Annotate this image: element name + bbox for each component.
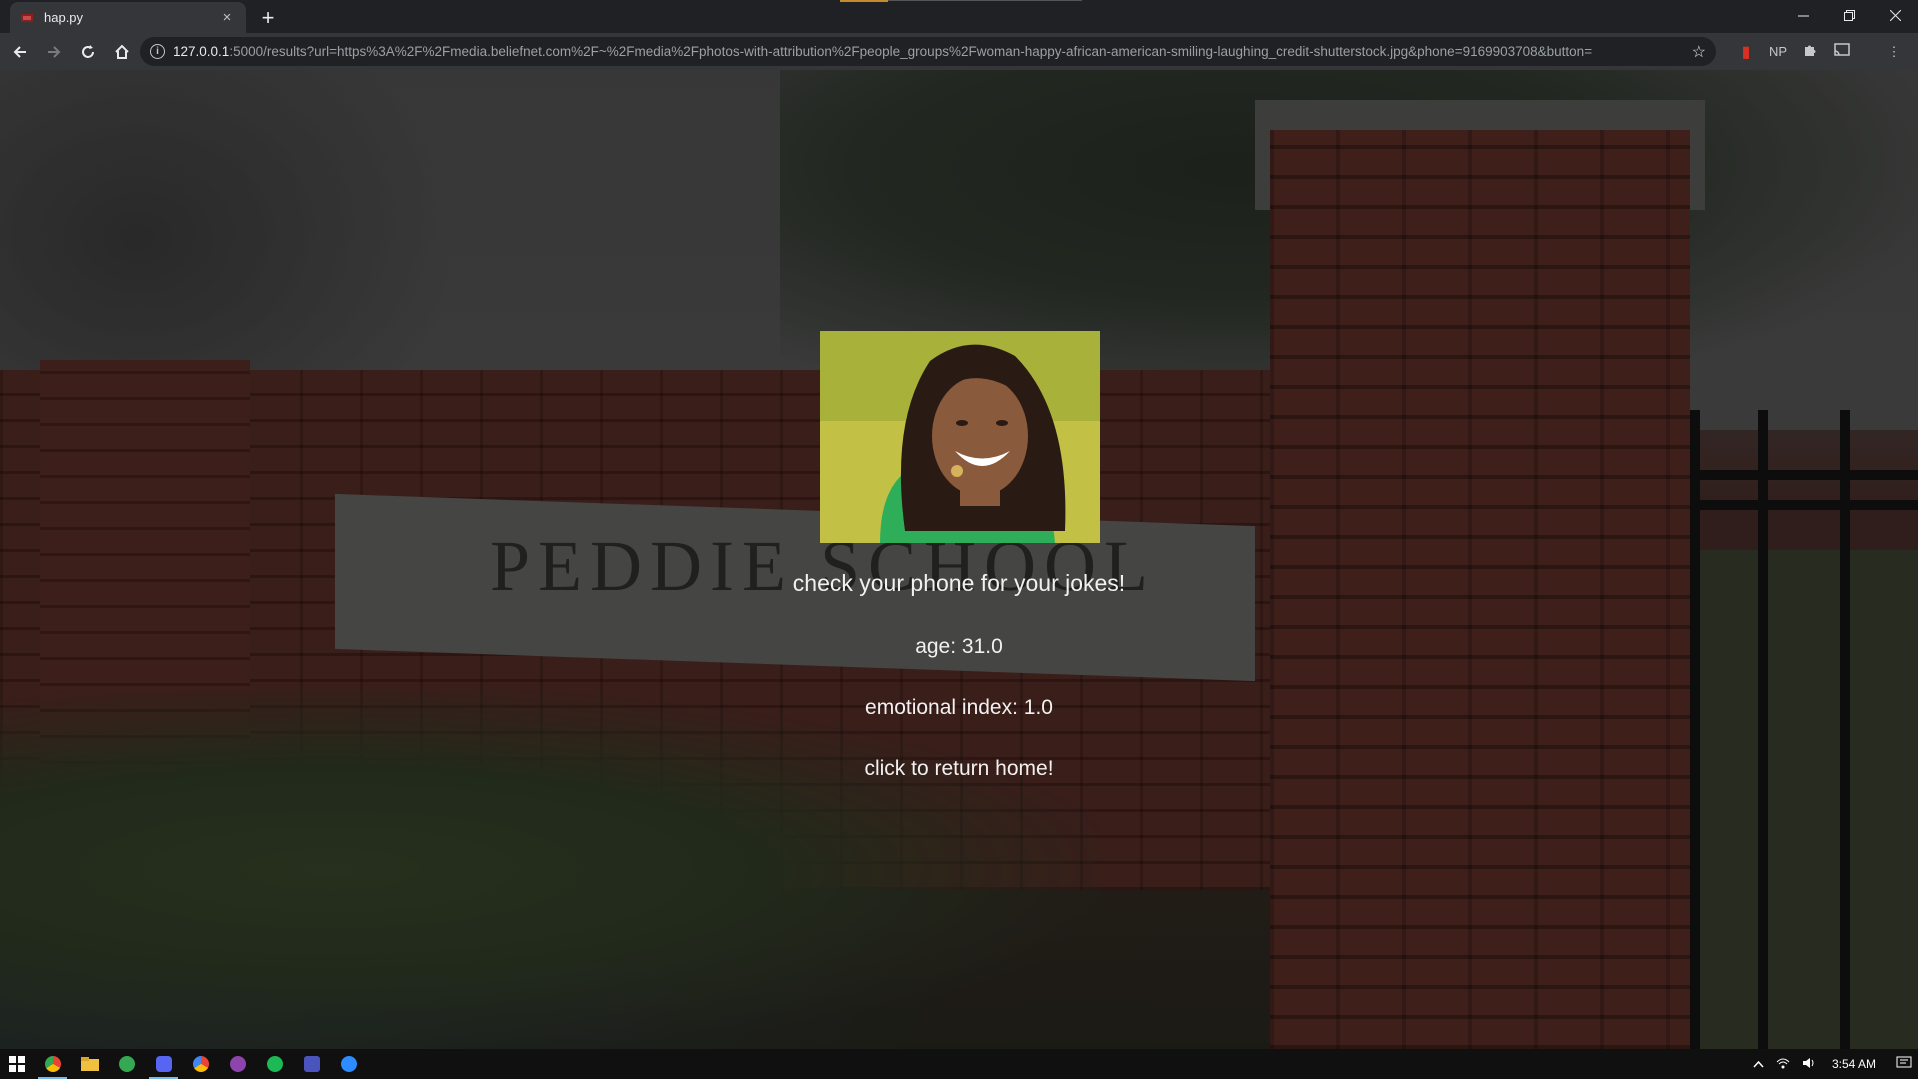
tab-accent xyxy=(840,0,888,2)
jokes-message: check your phone for your jokes! xyxy=(792,570,1126,596)
chrome-taskbar-icon[interactable] xyxy=(34,1049,71,1079)
menu-kebab-icon[interactable]: ⋮ xyxy=(1878,44,1910,60)
browser-toolbar: i 127.0.0.1:5000/results?url=https%3A%2F… xyxy=(0,33,1918,70)
teams-taskbar-icon[interactable] xyxy=(293,1049,330,1079)
windows-taskbar: 3:54 AM xyxy=(0,1049,1918,1079)
page-viewport: PEDDIE SCHOOL check your phone for your … xyxy=(0,70,1918,1049)
uploaded-face-photo xyxy=(820,331,1100,543)
tab-strip: hap.py × + xyxy=(0,0,1918,33)
url-host: 127.0.0.1 xyxy=(173,44,230,59)
wifi-icon[interactable] xyxy=(1770,1057,1796,1072)
age-result: age: 31.0 xyxy=(915,635,1003,658)
tab-accent-line xyxy=(888,0,1082,1)
system-tray: 3:54 AM xyxy=(1747,1049,1918,1079)
return-home-link[interactable]: click to return home! xyxy=(0,757,1918,781)
bookmark-extension-icon[interactable]: ▮ xyxy=(1730,42,1762,62)
tab-title: hap.py xyxy=(44,10,84,25)
tray-chevron-icon[interactable] xyxy=(1747,1057,1770,1071)
bookmark-star-icon[interactable]: ☆ xyxy=(1692,42,1706,62)
home-icon[interactable] xyxy=(108,38,136,66)
close-window-icon[interactable] xyxy=(1872,0,1918,30)
puzzle-extensions-icon[interactable] xyxy=(1794,43,1826,60)
windows-start-icon[interactable] xyxy=(0,1049,34,1079)
chrome-alt-taskbar-icon[interactable] xyxy=(108,1049,145,1079)
address-bar[interactable]: i 127.0.0.1:5000/results?url=https%3A%2F… xyxy=(140,37,1716,66)
restore-icon[interactable] xyxy=(1826,0,1872,30)
zoom-taskbar-icon[interactable] xyxy=(330,1049,367,1079)
favicon-icon xyxy=(20,11,34,25)
forward-icon[interactable] xyxy=(40,38,68,66)
np-extension-icon[interactable]: NP xyxy=(1762,44,1794,59)
system-clock[interactable]: 3:54 AM xyxy=(1822,1057,1890,1071)
file-explorer-taskbar-icon[interactable] xyxy=(71,1049,108,1079)
close-tab-icon[interactable]: × xyxy=(218,9,236,26)
window-controls xyxy=(1780,0,1918,30)
spotify-taskbar-icon[interactable] xyxy=(256,1049,293,1079)
tab-happy[interactable]: hap.py × xyxy=(10,2,246,33)
volume-icon[interactable] xyxy=(1796,1057,1822,1072)
chrome-colored-taskbar-icon[interactable] xyxy=(182,1049,219,1079)
notifications-icon[interactable] xyxy=(1890,1056,1918,1073)
new-tab-button[interactable]: + xyxy=(254,4,282,32)
back-icon[interactable] xyxy=(6,38,34,66)
podcast-taskbar-icon[interactable] xyxy=(219,1049,256,1079)
results-content: check your phone for your jokes! age: 31… xyxy=(0,70,1918,1049)
extensions-area: ▮ NP ⋮ xyxy=(1730,33,1910,70)
emotional-index-result: emotional index: 1.0 xyxy=(865,696,1053,719)
site-info-icon[interactable]: i xyxy=(150,44,165,59)
reload-icon[interactable] xyxy=(74,38,102,66)
discord-taskbar-icon[interactable] xyxy=(145,1049,182,1079)
url-path: :5000/results?url=https%3A%2F%2Fmedia.be… xyxy=(229,44,1593,59)
cast-icon[interactable] xyxy=(1826,43,1858,60)
minimize-icon[interactable] xyxy=(1780,0,1826,30)
